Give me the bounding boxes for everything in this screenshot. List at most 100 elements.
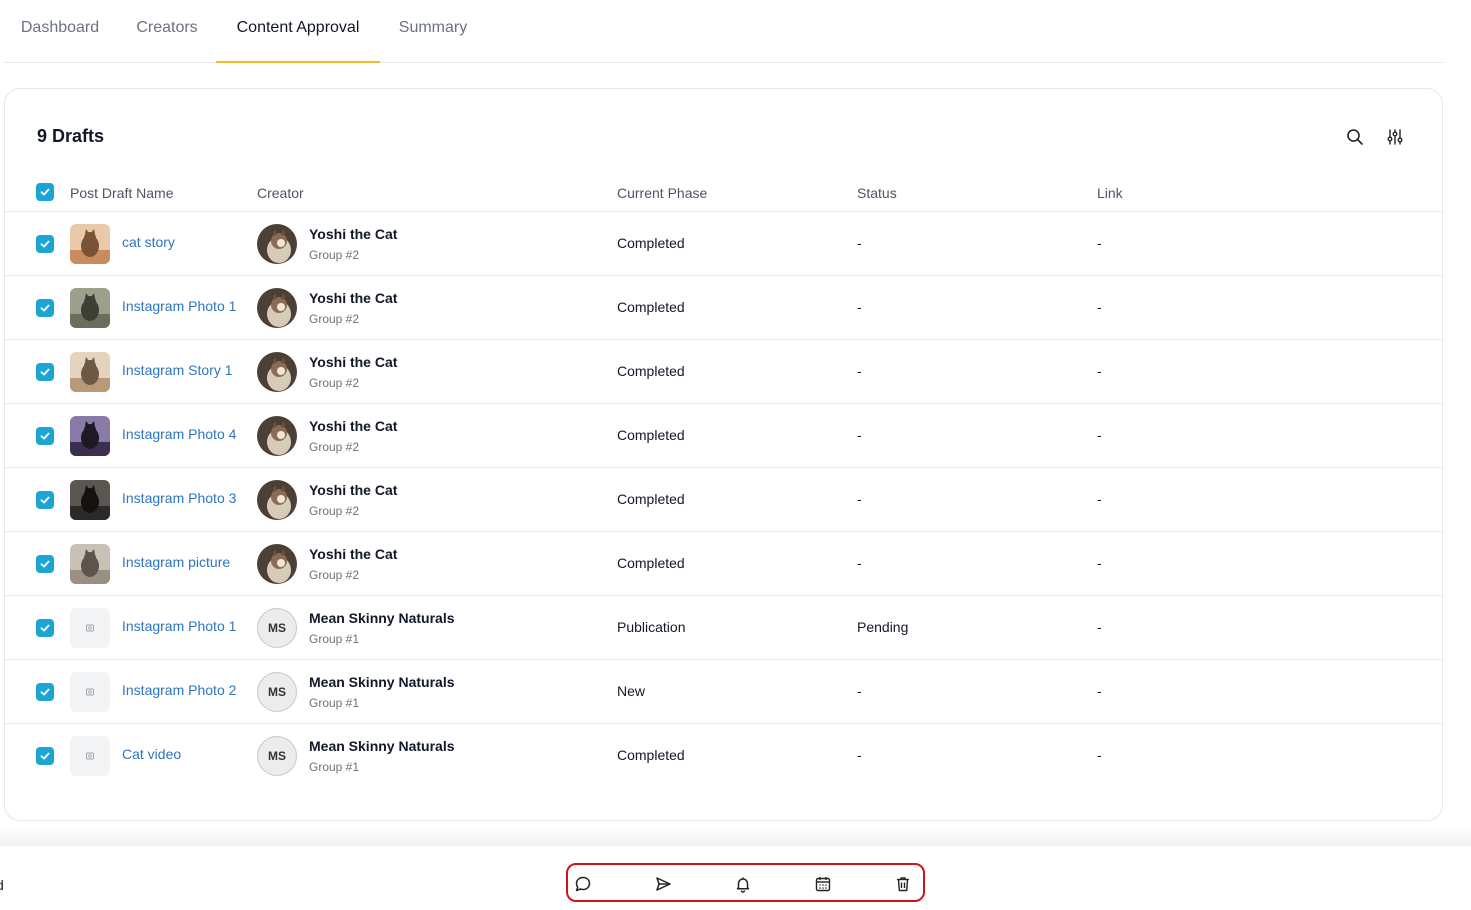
link-text: - <box>1097 427 1102 443</box>
draft-name-link[interactable]: cat story <box>122 234 175 250</box>
current-phase: Completed <box>617 299 685 315</box>
current-phase: Publication <box>617 619 686 635</box>
column-header-status[interactable]: Status <box>857 185 897 201</box>
creator-name: Yoshi the Cat <box>309 226 398 242</box>
draft-name-link[interactable]: Instagram Photo 1 <box>122 298 236 314</box>
creator-name: Yoshi the Cat <box>309 290 398 306</box>
table-row[interactable]: Instagram Photo 1 MS Mean Skinny Naturals G… <box>5 595 1442 659</box>
row-checkbox[interactable] <box>36 747 54 765</box>
avatar[interactable] <box>257 416 297 456</box>
draft-thumbnail[interactable] <box>70 288 110 328</box>
creator-name: Mean Skinny Naturals <box>309 674 455 690</box>
creator-group: Group #2 <box>309 248 360 262</box>
creator-name: Yoshi the Cat <box>309 546 398 562</box>
creator-name: Mean Skinny Naturals <box>309 610 455 626</box>
status-text: - <box>857 235 862 251</box>
status-text: - <box>857 299 862 315</box>
avatar[interactable]: MS <box>257 672 297 712</box>
bulk-action-bar: d <box>0 846 1471 910</box>
draft-thumbnail[interactable] <box>70 224 110 264</box>
avatar[interactable]: MS <box>257 608 297 648</box>
row-checkbox[interactable] <box>36 299 54 317</box>
creator-group: Group #2 <box>309 568 360 582</box>
comment-icon[interactable] <box>573 874 593 894</box>
draft-thumbnail[interactable] <box>70 480 110 520</box>
table-row[interactable]: Instagram Photo 1 Yoshi the Cat Group #2 Co… <box>5 275 1442 339</box>
calendar-icon[interactable] <box>813 874 833 894</box>
bottom-bar-shadow <box>0 826 1471 846</box>
status-text: - <box>857 363 862 379</box>
tab-creators[interactable]: Creators <box>134 0 200 62</box>
row-checkbox[interactable] <box>36 235 54 253</box>
drafts-card: 9 Drafts Post Draft Name Creator Current… <box>4 88 1443 821</box>
creator-group: Group #1 <box>309 696 360 710</box>
status-text: - <box>857 747 862 763</box>
table-row[interactable]: cat story Yoshi the Cat Group #2 Completed -… <box>5 211 1442 275</box>
link-text: - <box>1097 299 1102 315</box>
creator-group: Group #1 <box>309 760 360 774</box>
status-text: - <box>857 427 862 443</box>
table-row[interactable]: Instagram Photo 3 Yoshi the Cat Group #2 Co… <box>5 467 1442 531</box>
link-text: - <box>1097 683 1102 699</box>
draft-name-link[interactable]: Cat video <box>122 746 181 762</box>
row-checkbox[interactable] <box>36 491 54 509</box>
draft-thumbnail[interactable] <box>70 416 110 456</box>
avatar[interactable] <box>257 544 297 584</box>
creator-group: Group #1 <box>309 632 360 646</box>
select-all-checkbox[interactable] <box>36 183 54 201</box>
avatar[interactable] <box>257 480 297 520</box>
tab-dashboard[interactable]: Dashboard <box>19 0 101 62</box>
row-checkbox[interactable] <box>36 683 54 701</box>
creator-group: Group #2 <box>309 312 360 326</box>
search-icon[interactable] <box>1344 126 1366 148</box>
draft-thumbnail[interactable] <box>70 544 110 584</box>
creator-group: Group #2 <box>309 376 360 390</box>
tab-summary[interactable]: Summary <box>396 0 470 62</box>
tab-bar: Dashboard Creators Content Approval Summ… <box>4 0 1443 63</box>
current-phase: Completed <box>617 427 685 443</box>
draft-name-link[interactable]: Instagram Photo 2 <box>122 682 236 698</box>
link-text: - <box>1097 555 1102 571</box>
creator-group: Group #2 <box>309 504 360 518</box>
tab-content-approval[interactable]: Content Approval <box>216 0 380 63</box>
table-row[interactable]: Instagram Story 1 Yoshi the Cat Group #2 Co… <box>5 339 1442 403</box>
current-phase: Completed <box>617 235 685 251</box>
column-header-current-phase[interactable]: Current Phase <box>617 185 707 201</box>
table-row[interactable]: Instagram Photo 4 Yoshi the Cat Group #2 Co… <box>5 403 1442 467</box>
draft-name-link[interactable]: Instagram Story 1 <box>122 362 233 378</box>
drafts-count-title: 9 Drafts <box>37 126 105 146</box>
row-checkbox[interactable] <box>36 555 54 573</box>
bell-icon[interactable] <box>733 874 753 894</box>
status-text: - <box>857 491 862 507</box>
trash-icon[interactable] <box>893 874 913 894</box>
creator-name: Yoshi the Cat <box>309 482 398 498</box>
row-checkbox[interactable] <box>36 363 54 381</box>
draft-name-link[interactable]: Instagram Photo 4 <box>122 426 236 442</box>
avatar[interactable]: MS <box>257 736 297 776</box>
draft-thumbnail[interactable] <box>70 352 110 392</box>
creator-name: Yoshi the Cat <box>309 418 398 434</box>
current-phase: New <box>617 683 646 699</box>
table-row[interactable]: Instagram Photo 2 MS Mean Skinny Naturals G… <box>5 659 1442 723</box>
avatar[interactable] <box>257 352 297 392</box>
current-phase: Completed <box>617 747 685 763</box>
creator-group: Group #2 <box>309 440 360 454</box>
draft-name-link[interactable]: Instagram Photo 3 <box>122 490 236 506</box>
table-row[interactable]: Instagram picture Yoshi the Cat Group #2 Co… <box>5 531 1442 595</box>
selected-count-text: d <box>0 877 4 893</box>
draft-name-link[interactable]: Instagram Photo 1 <box>122 618 236 634</box>
row-checkbox[interactable] <box>36 619 54 637</box>
send-icon[interactable] <box>653 874 673 894</box>
status-text: - <box>857 555 862 571</box>
link-text: - <box>1097 235 1102 251</box>
column-header-creator[interactable]: Creator <box>257 185 304 201</box>
sliders-icon[interactable] <box>1384 126 1406 148</box>
column-header-post-draft-name[interactable]: Post Draft Name <box>70 185 173 201</box>
table-row[interactable]: Cat video MS Mean Skinny Naturals Group #1 C… <box>5 723 1442 787</box>
status-text: - <box>857 683 862 699</box>
draft-name-link[interactable]: Instagram picture <box>122 554 230 570</box>
row-checkbox[interactable] <box>36 427 54 445</box>
column-header-link[interactable]: Link <box>1097 185 1123 201</box>
avatar[interactable] <box>257 288 297 328</box>
avatar[interactable] <box>257 224 297 264</box>
